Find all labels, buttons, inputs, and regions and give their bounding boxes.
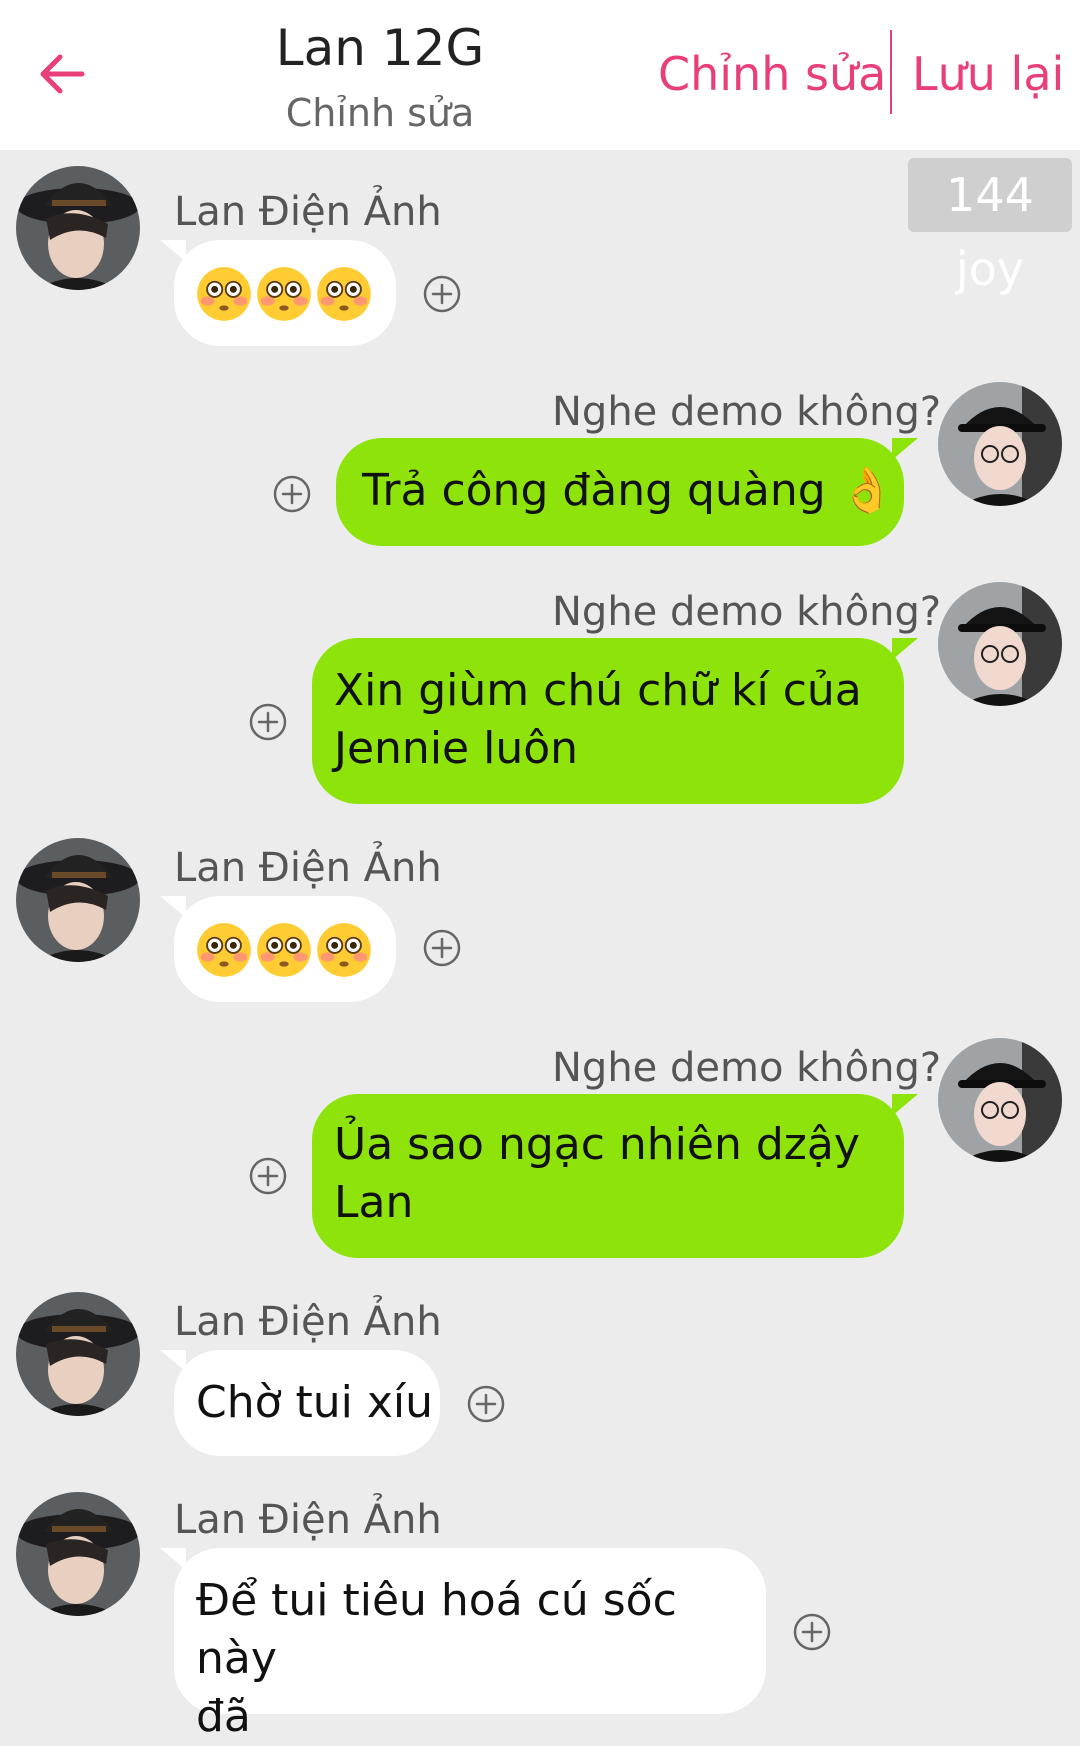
chat-header: Lan 12G Chỉnh sửa Chỉnh sửa Lưu lại	[0, 0, 1080, 150]
save-button[interactable]: Lưu lại	[912, 44, 1064, 104]
message-text-line: Ủa sao ngạc nhiên dzậy	[334, 1119, 860, 1170]
add-reaction-icon[interactable]	[422, 274, 462, 314]
sender-name: Lan Điện Ảnh	[174, 845, 442, 891]
message-bubble[interactable]: Chờ tui xíu	[160, 1350, 440, 1456]
add-reaction-icon[interactable]	[248, 1156, 288, 1196]
chat-subtitle: Chỉnh sửa	[285, 91, 475, 135]
sender-name: Lan Điện Ảnh	[174, 1299, 442, 1345]
sender-name: Lan Điện Ảnh	[174, 189, 442, 235]
avatar[interactable]	[16, 1292, 140, 1416]
avatar[interactable]	[938, 382, 1062, 506]
message-bubble[interactable]	[160, 896, 396, 1002]
message-text-line: Để tui tiêu hoá cú sốc này	[196, 1575, 677, 1684]
avatar[interactable]	[16, 838, 140, 962]
avatar[interactable]	[16, 1492, 140, 1616]
message-text-line: Lan	[334, 1177, 414, 1228]
sender-name: Lan Điện Ảnh	[174, 1497, 442, 1543]
emoji-row	[196, 266, 374, 322]
sender-name: Nghe demo không?	[552, 589, 942, 635]
message-bubble[interactable]: Xin giùm chú chữ kí của Jennie luôn	[312, 638, 918, 804]
header-divider	[890, 30, 892, 114]
flushed-face-icon	[256, 266, 312, 322]
flushed-face-icon	[196, 922, 252, 978]
flushed-face-icon	[316, 266, 372, 322]
flushed-face-icon	[316, 922, 372, 978]
message-bubble[interactable]	[160, 240, 396, 346]
message-bubble[interactable]: Để tui tiêu hoá cú sốc này đã	[160, 1548, 766, 1742]
sender-name: Nghe demo không?	[552, 389, 942, 435]
message-text-line: đã	[196, 1691, 251, 1742]
message-text: Chờ tui xíu	[196, 1377, 434, 1428]
avatar[interactable]	[938, 582, 1062, 706]
flushed-face-icon	[256, 922, 312, 978]
add-reaction-icon[interactable]	[272, 474, 312, 514]
back-button[interactable]	[30, 42, 94, 106]
joy-badge: 144 joy	[908, 158, 1072, 296]
avatar[interactable]	[938, 1038, 1062, 1162]
arrow-left-icon	[40, 54, 85, 94]
edit-button[interactable]: Chỉnh sửa	[658, 44, 886, 104]
add-reaction-icon[interactable]	[248, 702, 288, 742]
message-bubble[interactable]: Ủa sao ngạc nhiên dzậy Lan	[312, 1094, 918, 1258]
message-text-line: Jennie luôn	[334, 723, 579, 774]
message-text: Trả công đàng quàng 👌	[362, 465, 895, 516]
avatar[interactable]	[16, 166, 140, 290]
emoji-row	[196, 922, 374, 978]
message-bubble[interactable]: Trả công đàng quàng 👌	[336, 438, 918, 546]
add-reaction-icon[interactable]	[422, 928, 462, 968]
sender-name: Nghe demo không?	[552, 1045, 942, 1091]
message-text-line: Xin giùm chú chữ kí của	[334, 665, 862, 716]
chat-title: Lan 12G	[275, 19, 485, 77]
add-reaction-icon[interactable]	[792, 1612, 832, 1652]
flushed-face-icon	[196, 266, 252, 322]
add-reaction-icon[interactable]	[466, 1384, 506, 1424]
